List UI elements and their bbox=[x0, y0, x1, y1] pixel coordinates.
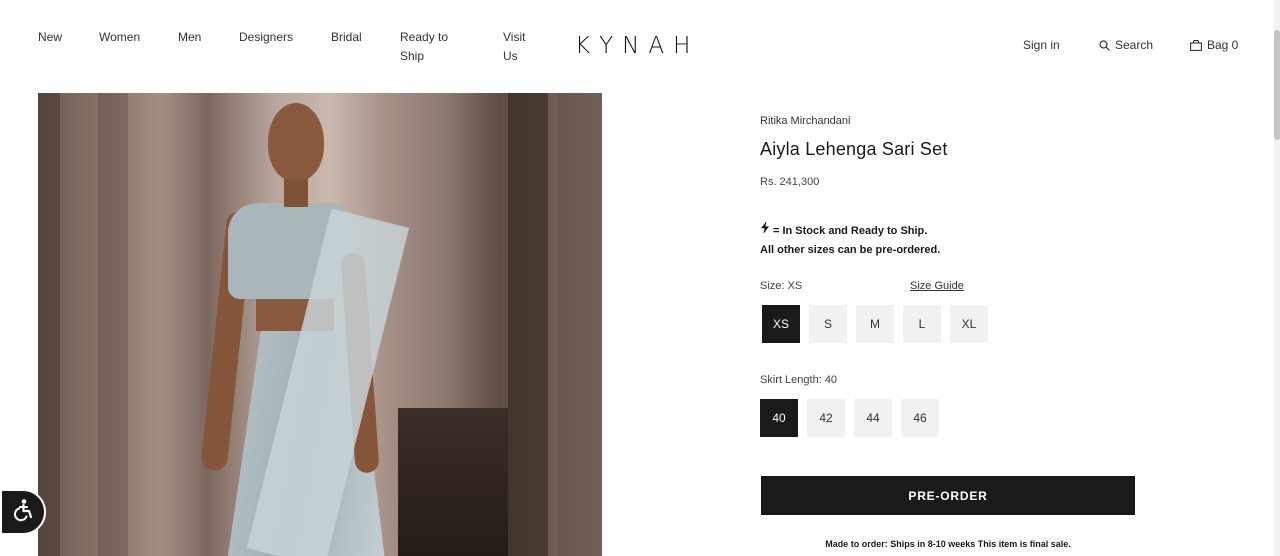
shipping-note: Made to order: Ships in 8-10 weeks This … bbox=[825, 539, 1071, 549]
pre-order-button[interactable]: PRE-ORDER bbox=[761, 476, 1135, 515]
site-logo[interactable]: KYNAH bbox=[575, 33, 699, 59]
search-icon bbox=[1099, 39, 1110, 51]
nav-ready-to-ship[interactable]: Ready to Ship bbox=[400, 28, 503, 66]
nav-designers[interactable]: Designers bbox=[239, 28, 331, 66]
nav-visit-us[interactable]: Visit Us bbox=[503, 28, 543, 66]
search-label: Search bbox=[1115, 38, 1154, 52]
size-option-xs[interactable]: XS bbox=[762, 305, 800, 343]
nav-new[interactable]: New bbox=[38, 28, 99, 66]
stock-info: = In Stock and Ready to Ship. All other … bbox=[760, 221, 940, 260]
size-option-m[interactable]: M bbox=[856, 305, 894, 343]
search-button[interactable]: Search bbox=[1099, 38, 1153, 52]
page-scrollbar[interactable] bbox=[1274, 0, 1280, 556]
model-figure bbox=[268, 103, 324, 181]
bag-label: Bag 0 bbox=[1207, 38, 1239, 52]
main-nav: New Women Men Designers Bridal Ready to … bbox=[38, 28, 543, 66]
product-page: New Women Men Designers Bridal Ready to … bbox=[0, 0, 1280, 556]
image-backdrop bbox=[98, 93, 128, 556]
nav-visit-us-label: Visit Us bbox=[503, 30, 526, 63]
size-guide-link[interactable]: Size Guide bbox=[910, 280, 964, 292]
length-option-40[interactable]: 40 bbox=[760, 399, 798, 437]
stock-text: = In Stock and Ready to Ship. bbox=[773, 224, 928, 237]
accessibility-icon bbox=[10, 497, 36, 528]
skirt-length-options: 40 42 44 46 bbox=[760, 399, 939, 437]
bag-button[interactable]: Bag 0 bbox=[1190, 38, 1238, 52]
nav-women[interactable]: Women bbox=[99, 28, 178, 66]
size-label: Size: XS bbox=[760, 280, 803, 292]
product-image[interactable] bbox=[38, 93, 602, 556]
size-options: XS S M L XL bbox=[762, 305, 988, 343]
nav-women-label: Women bbox=[99, 30, 141, 44]
image-backdrop bbox=[558, 93, 602, 556]
sign-in-link[interactable]: Sign in bbox=[1023, 38, 1060, 52]
bag-icon bbox=[1190, 39, 1202, 51]
image-backdrop bbox=[508, 93, 548, 556]
skirt-length-label: Skirt Length: 40 bbox=[760, 374, 838, 386]
nav-bridal-label: Bridal bbox=[331, 30, 362, 44]
length-option-42[interactable]: 42 bbox=[807, 399, 845, 437]
scrollbar-thumb[interactable] bbox=[1274, 30, 1280, 140]
size-option-l[interactable]: L bbox=[903, 305, 941, 343]
accessibility-button[interactable] bbox=[0, 489, 46, 535]
product-title: Aiyla Lehenga Sari Set bbox=[760, 139, 948, 159]
nav-men[interactable]: Men bbox=[178, 28, 239, 66]
nav-new-label: New bbox=[38, 30, 63, 44]
designer-name[interactable]: Ritika Mirchandani bbox=[760, 115, 850, 127]
length-option-46[interactable]: 46 bbox=[901, 399, 939, 437]
nav-designers-label: Designers bbox=[239, 30, 294, 44]
preorder-note: All other sizes can be pre-ordered. bbox=[760, 244, 941, 256]
size-option-xl[interactable]: XL bbox=[950, 305, 988, 343]
length-option-44[interactable]: 44 bbox=[854, 399, 892, 437]
nav-ready-to-ship-label: Ready to Ship bbox=[400, 30, 449, 63]
stock-line: = In Stock and Ready to Ship. bbox=[760, 221, 940, 241]
sign-in-label: Sign in bbox=[1023, 38, 1060, 52]
nav-men-label: Men bbox=[178, 30, 202, 44]
image-plinth bbox=[398, 408, 508, 556]
product-price: Rs. 241,300 bbox=[760, 176, 820, 188]
nav-bridal[interactable]: Bridal bbox=[331, 28, 400, 66]
size-option-s[interactable]: S bbox=[809, 305, 847, 343]
lightning-icon bbox=[760, 221, 770, 241]
image-backdrop bbox=[38, 93, 60, 556]
